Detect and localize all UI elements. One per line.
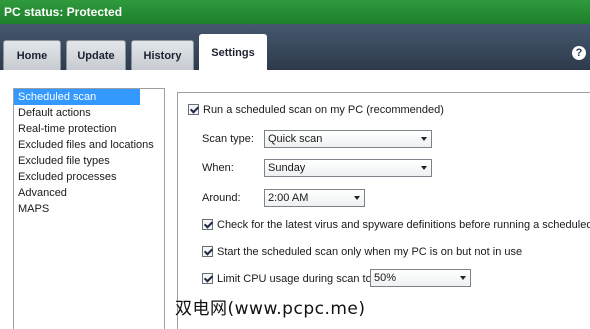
when-label: When: [202,162,234,174]
nav-item-excluded-files[interactable]: Excluded files and locations [14,137,164,153]
chevron-down-icon [421,137,427,141]
title-bar: PC status: Protected [0,0,590,24]
nav-item-default-actions[interactable]: Default actions [14,105,164,121]
nav-item-scheduled-scan[interactable]: Scheduled scan [14,89,140,105]
tab-update[interactable]: Update [66,40,126,70]
tab-history[interactable]: History [131,40,194,70]
tab-home[interactable]: Home [3,40,61,70]
limit-cpu-row: Limit CPU usage during scan to: [202,273,375,285]
chevron-down-icon [421,166,427,170]
chevron-down-icon [460,276,466,280]
limit-cpu-checkbox[interactable] [202,273,213,284]
run-scheduled-label: Run a scheduled scan on my PC (recommend… [203,104,444,116]
watermark: 双电网(www.pcpc.me) [175,299,366,319]
run-scheduled-checkbox[interactable] [188,104,199,115]
only-idle-label: Start the scheduled scan only when my PC… [217,246,523,258]
around-label: Around: [202,192,241,204]
cpu-limit-select[interactable]: 50% [370,269,471,287]
check-definitions-checkbox[interactable] [202,219,213,230]
nav-item-excluded-processes[interactable]: Excluded processes [14,169,164,185]
around-value: 2:00 AM [268,192,309,204]
nav-item-real-time-protection[interactable]: Real-time protection [14,121,164,137]
only-idle-checkbox[interactable] [202,246,213,257]
only-idle-row: Start the scheduled scan only when my PC… [202,246,522,258]
help-icon[interactable]: ? [572,46,586,60]
limit-cpu-label: Limit CPU usage during scan to: [217,273,375,285]
check-definitions-row: Check for the latest virus and spyware d… [202,219,590,231]
scan-type-select[interactable]: Quick scan [264,130,432,148]
nav-item-excluded-file-types[interactable]: Excluded file types [14,153,164,169]
when-value: Sunday [268,162,306,174]
settings-nav: Scheduled scan Default actions Real-time… [13,88,165,329]
when-select[interactable]: Sunday [264,159,432,177]
scan-type-label: Scan type: [202,133,254,145]
around-select[interactable]: 2:00 AM [264,189,365,207]
tab-settings[interactable]: Settings [199,34,267,70]
nav-item-advanced[interactable]: Advanced [14,185,164,201]
check-definitions-label: Check for the latest virus and spyware d… [217,219,590,231]
cpu-limit-value: 50% [374,272,397,284]
window-title: PC status: Protected [4,5,123,19]
run-scheduled-row: Run a scheduled scan on my PC (recommend… [188,104,444,116]
scan-type-value: Quick scan [268,133,323,145]
settings-content: Scheduled scan Default actions Real-time… [0,70,590,329]
tab-bar: Home Update History Settings ? [0,24,590,70]
nav-item-maps[interactable]: MAPS [14,201,164,217]
chevron-down-icon [354,196,360,200]
